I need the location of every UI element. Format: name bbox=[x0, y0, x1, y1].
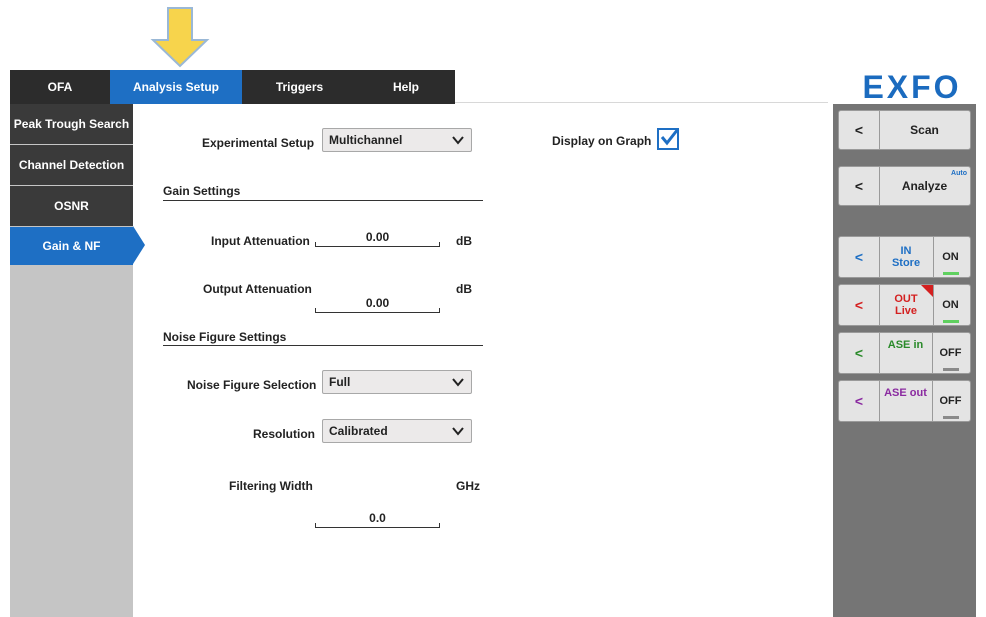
tab-help[interactable]: Help bbox=[357, 70, 455, 104]
display-on-graph-label: Display on Graph bbox=[552, 134, 652, 148]
exfo-logo: EXFO bbox=[862, 68, 962, 105]
chevron-left-icon: < bbox=[839, 237, 880, 277]
tab-analysis-setup[interactable]: Analysis Setup bbox=[110, 70, 242, 104]
chevron-down-icon bbox=[452, 136, 464, 145]
status-led bbox=[943, 272, 959, 275]
trace-ase-in[interactable]: < ASE in OFF bbox=[838, 332, 971, 374]
sidebar-item-osnr[interactable]: OSNR bbox=[10, 186, 133, 226]
trace-label: ASE in bbox=[879, 333, 933, 373]
status-led bbox=[943, 368, 959, 371]
chevron-left-icon: < bbox=[839, 285, 880, 325]
active-indicator bbox=[133, 226, 145, 264]
trace-in-store[interactable]: < IN Store ON bbox=[838, 236, 971, 278]
resolution-label: Resolution bbox=[253, 427, 315, 441]
output-attenuation-label: Output Attenuation bbox=[203, 282, 312, 296]
filtering-width-unit: GHz bbox=[456, 479, 480, 493]
output-attenuation-value: 0.00 bbox=[365, 296, 390, 310]
scan-label: Scan bbox=[910, 122, 939, 137]
experimental-setup-value: Multichannel bbox=[329, 133, 403, 147]
filtering-width-field[interactable]: 0.0 bbox=[315, 510, 440, 528]
tab-ofa[interactable]: OFA bbox=[10, 70, 110, 104]
top-nav: OFA Analysis Setup Triggers Help bbox=[10, 70, 455, 104]
noise-figure-selection-select[interactable]: Full bbox=[322, 370, 472, 394]
sidebar-item-channel-detection[interactable]: Channel Detection bbox=[10, 145, 133, 185]
auto-tag: Auto bbox=[951, 170, 967, 177]
right-panel: < Scan < Analyze Auto < IN Store ON < OUT… bbox=[833, 104, 976, 617]
sidebar-item-gain-nf[interactable]: Gain & NF bbox=[10, 227, 133, 265]
sidebar: Peak Trough Search Channel Detection OSN… bbox=[10, 104, 133, 617]
input-attenuation-unit: dB bbox=[456, 234, 472, 248]
gain-settings-title: Gain Settings bbox=[163, 184, 241, 198]
resolution-value: Calibrated bbox=[329, 424, 388, 438]
input-attenuation-label: Input Attenuation bbox=[211, 234, 310, 248]
analyze-button[interactable]: < Analyze Auto bbox=[838, 166, 971, 206]
input-attenuation-value: 0.00 bbox=[365, 230, 390, 244]
chevron-left-icon: < bbox=[839, 381, 880, 421]
checkmark-icon bbox=[660, 128, 680, 146]
scan-button[interactable]: < Scan bbox=[838, 110, 971, 150]
tab-triggers[interactable]: Triggers bbox=[242, 70, 357, 104]
trace-label: IN Store bbox=[879, 237, 934, 277]
down-arrow-icon bbox=[150, 7, 210, 68]
sidebar-item-peak-trough-search[interactable]: Peak Trough Search bbox=[10, 104, 133, 144]
output-attenuation-field[interactable]: 0.00 bbox=[315, 295, 440, 313]
trace-label: ASE out bbox=[879, 381, 933, 421]
filtering-width-label: Filtering Width bbox=[229, 479, 313, 493]
status-led bbox=[943, 320, 959, 323]
trace-state-toggle[interactable]: ON bbox=[931, 237, 970, 277]
filtering-width-value: 0.0 bbox=[369, 511, 386, 525]
output-attenuation-unit: dB bbox=[456, 282, 472, 296]
status-led bbox=[943, 416, 959, 419]
chevron-left-icon: < bbox=[839, 111, 880, 149]
chevron-left-icon: < bbox=[839, 167, 880, 205]
chevron-left-icon: < bbox=[839, 333, 880, 373]
trace-out-live[interactable]: < OUT Live ON bbox=[838, 284, 971, 326]
experimental-setup-label: Experimental Setup bbox=[202, 136, 315, 150]
resolution-select[interactable]: Calibrated bbox=[322, 419, 472, 443]
section-divider bbox=[163, 200, 483, 201]
experimental-setup-select[interactable]: Multichannel bbox=[322, 128, 472, 152]
trace-state-toggle[interactable]: OFF bbox=[931, 333, 970, 373]
chevron-down-icon bbox=[452, 427, 464, 436]
chevron-down-icon bbox=[452, 378, 464, 387]
display-on-graph-checkbox[interactable] bbox=[657, 128, 680, 150]
input-attenuation-field[interactable]: 0.00 bbox=[315, 229, 440, 247]
trace-ase-out[interactable]: < ASE out OFF bbox=[838, 380, 971, 422]
divider bbox=[455, 102, 828, 103]
noise-figure-selection-label: Noise Figure Selection bbox=[187, 378, 317, 392]
noise-figure-selection-value: Full bbox=[329, 375, 351, 389]
trace-state-toggle[interactable]: OFF bbox=[931, 381, 970, 421]
section-divider bbox=[163, 345, 483, 346]
trace-state-toggle[interactable]: ON bbox=[931, 285, 970, 325]
noise-figure-settings-title: Noise Figure Settings bbox=[163, 330, 287, 344]
